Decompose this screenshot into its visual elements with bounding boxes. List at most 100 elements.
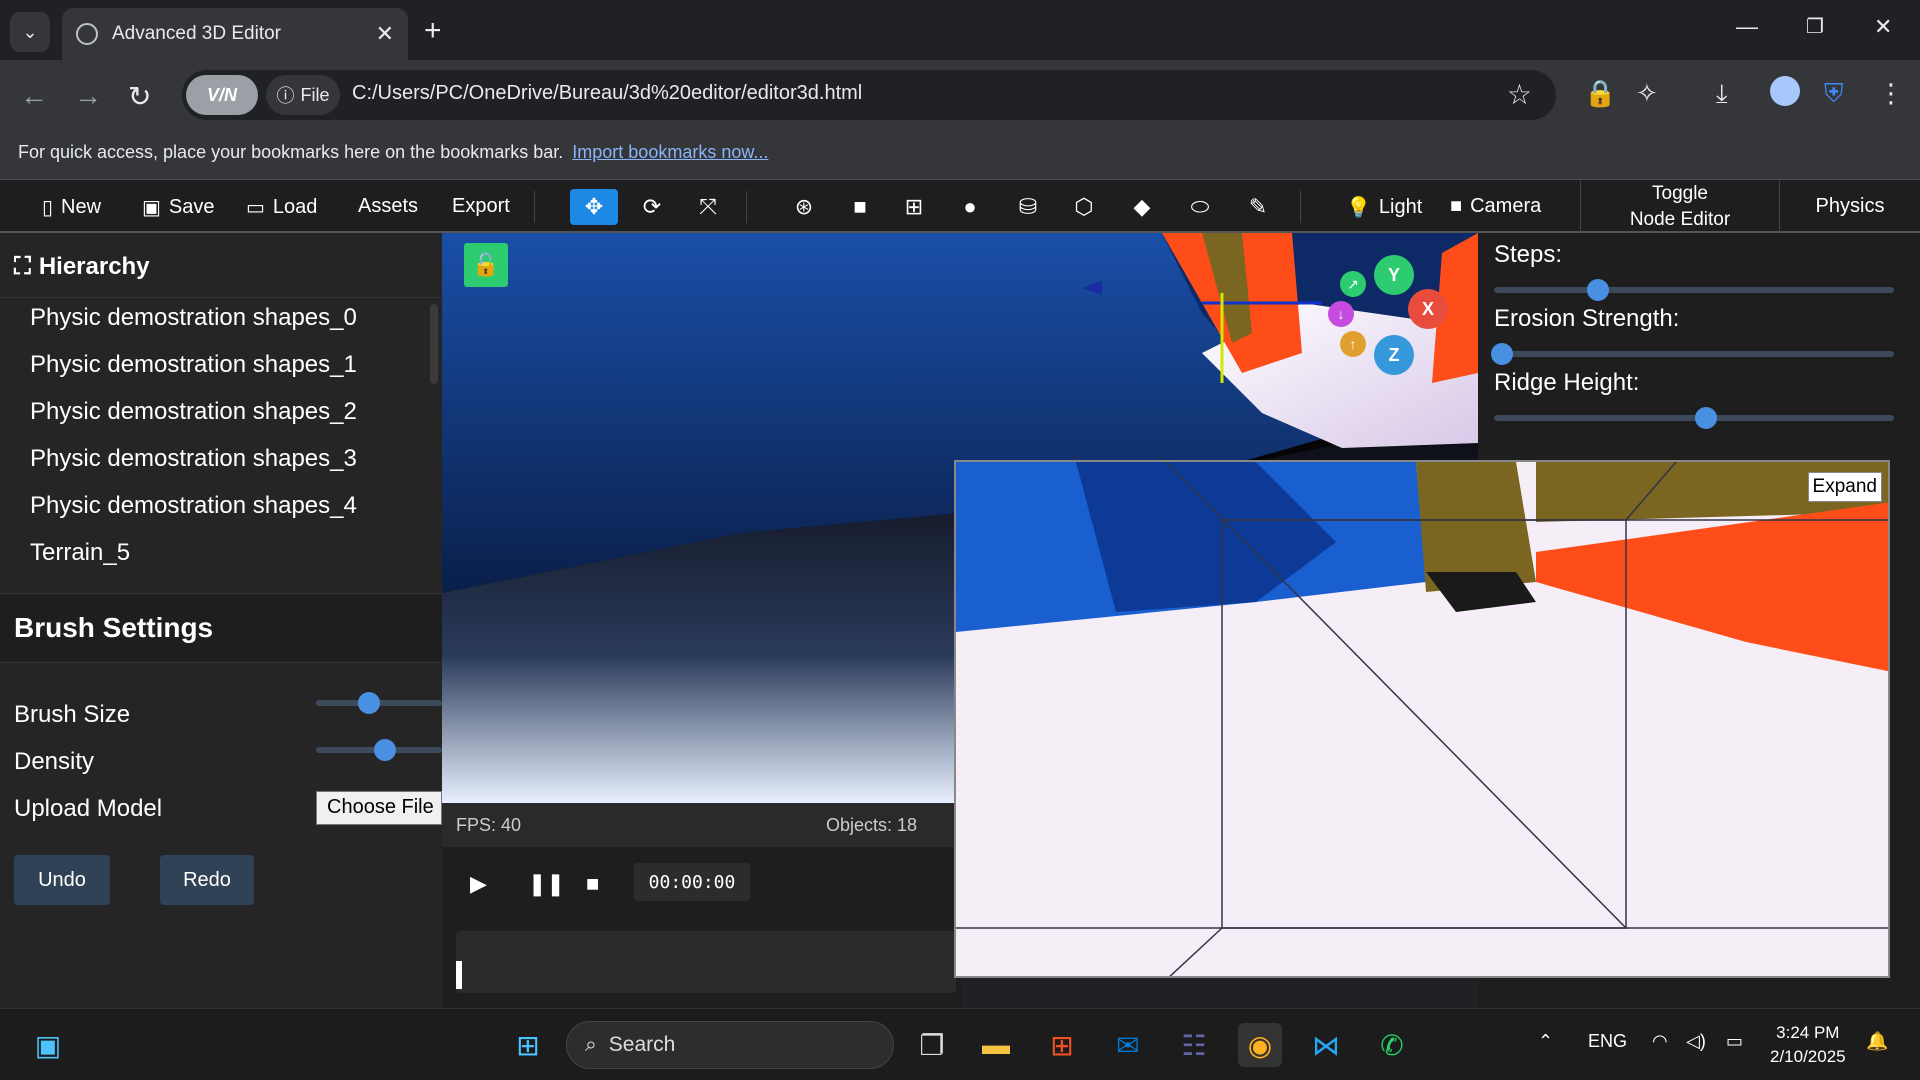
export-button[interactable]: Export — [452, 195, 510, 218]
address-bar[interactable]: V/N ⓘ File C:/Users/PC/OneDrive/Bureau/3… — [182, 70, 1556, 120]
erosion-knob[interactable] — [1491, 343, 1513, 365]
light-button[interactable]: 💡 Light — [1346, 195, 1422, 220]
teams-icon[interactable]: ☷ — [1172, 1023, 1216, 1067]
forward-icon[interactable]: → — [74, 80, 102, 112]
language-indicator[interactable]: ENG — [1588, 1031, 1627, 1052]
add-mesh-button[interactable]: ⊛ — [780, 189, 828, 225]
pause-icon[interactable]: ❚❚ — [528, 871, 565, 897]
density-knob[interactable] — [374, 739, 397, 761]
downloads-icon[interactable]: ⤓ — [1716, 78, 1728, 110]
windows-start-icon[interactable]: ⊞ — [506, 1023, 550, 1067]
load-button[interactable]: ▭ Load — [246, 195, 317, 220]
vpn-badge[interactable]: V/N — [186, 75, 258, 115]
taskbar-search[interactable]: ⌕ Search — [566, 1021, 894, 1069]
system-clock[interactable]: 3:24 PM 2/10/2025 — [1770, 1021, 1846, 1069]
physics-button[interactable]: Physics — [1780, 195, 1920, 218]
volume-icon[interactable]: ◁) — [1686, 1031, 1706, 1052]
password-extension-icon[interactable]: 🔒 — [1584, 78, 1616, 109]
whatsapp-icon[interactable]: ✆ — [1370, 1023, 1414, 1067]
bookmark-star-icon[interactable]: ☆ — [1507, 78, 1532, 111]
hierarchy-scrollbar[interactable] — [430, 304, 438, 384]
save-button[interactable]: ▣ Save — [142, 195, 215, 220]
rotate-tool-button[interactable]: ⟳ — [628, 189, 676, 225]
play-icon[interactable]: ▶ — [470, 871, 487, 897]
erosion-slider[interactable] — [1491, 343, 1894, 365]
browser-tab[interactable]: Advanced 3D Editor ✕ — [62, 8, 408, 60]
cylinder-icon: ⛁ — [1018, 194, 1038, 219]
hierarchy-item[interactable]: Physic demostration shapes_1 — [30, 351, 357, 379]
steps-slider[interactable] — [1494, 279, 1894, 301]
ridge-height-slider[interactable] — [1494, 407, 1894, 429]
task-view-icon[interactable]: ❐ — [910, 1023, 954, 1067]
scale-tool-button[interactable]: ⤧ — [684, 189, 732, 225]
gizmo-up-icon[interactable]: ↑ — [1340, 331, 1366, 357]
brush-size-knob[interactable] — [357, 692, 380, 714]
wifi-icon[interactable]: ◠ — [1652, 1031, 1668, 1052]
add-pyramid-button[interactable]: ◆ — [1118, 189, 1166, 225]
gizmo-z-axis[interactable]: Z — [1374, 335, 1414, 375]
timeline-track[interactable] — [456, 931, 956, 993]
density-slider[interactable] — [316, 739, 442, 761]
erosion-label: Erosion Strength: — [1494, 305, 1680, 332]
lock-toggle-button[interactable]: 🔓 — [464, 243, 508, 287]
url-text[interactable]: C:/Users/PC/OneDrive/Bureau/3d%20editor/… — [352, 82, 862, 105]
gizmo-y-axis[interactable]: Y — [1374, 255, 1414, 295]
battery-icon[interactable]: ▭ — [1726, 1031, 1743, 1052]
vscode-icon[interactable]: ⋈ — [1304, 1023, 1348, 1067]
extensions-icon[interactable]: ✧ — [1636, 78, 1658, 109]
gizmo-x-axis[interactable]: X — [1408, 289, 1448, 329]
playhead-marker[interactable] — [456, 961, 462, 989]
import-bookmarks-link[interactable]: Import bookmarks now... — [572, 142, 768, 162]
store-icon[interactable]: ⊞ — [1040, 1023, 1084, 1067]
move-tool-button[interactable]: ✥ — [570, 189, 618, 225]
hierarchy-item[interactable]: Physic demostration shapes_3 — [30, 445, 357, 473]
camera-preview-window[interactable]: Expand — [954, 460, 1890, 978]
browser-app-icon[interactable]: ◉ — [1238, 1023, 1282, 1067]
add-sphere-button[interactable]: ● — [946, 189, 994, 225]
minimize-icon[interactable]: — — [1736, 14, 1758, 40]
camera-button[interactable]: ■ Camera — [1450, 195, 1541, 218]
add-cube-button[interactable]: ■ — [836, 189, 884, 225]
gizmo-down-icon[interactable]: ↓ — [1328, 301, 1354, 327]
outlook-icon[interactable]: ✉ — [1106, 1023, 1150, 1067]
profile-avatar[interactable] — [1770, 76, 1800, 106]
undo-button[interactable]: Undo — [14, 855, 110, 905]
widgets-icon[interactable]: ▣ — [26, 1023, 70, 1067]
add-torus-button[interactable]: ⬭ — [1176, 189, 1224, 225]
new-button[interactable]: ▯ New — [42, 195, 101, 220]
toggle-node-editor-button[interactable]: Toggle Node Editor — [1580, 181, 1780, 233]
window-close-icon[interactable]: ✕ — [1874, 14, 1892, 40]
expand-button[interactable]: Expand — [1807, 472, 1882, 502]
site-info-chip[interactable]: ⓘ File — [266, 75, 340, 115]
paint-brush-button[interactable]: ✎ — [1234, 189, 1282, 225]
back-icon[interactable]: ← — [20, 80, 48, 112]
pyramid-icon: ◆ — [1133, 194, 1151, 219]
stop-icon[interactable]: ■ — [586, 871, 599, 897]
choose-file-button[interactable]: Choose File — [316, 791, 442, 825]
hierarchy-item[interactable]: Physic demostration shapes_4 — [30, 492, 357, 520]
hierarchy-item[interactable]: Physic demostration shapes_0 — [30, 304, 357, 332]
light-label: Light — [1378, 196, 1423, 218]
hierarchy-item[interactable]: Terrain_5 — [30, 539, 130, 567]
notification-bell-icon[interactable]: 🔔 — [1866, 1031, 1888, 1052]
add-cone-button[interactable]: ⬡ — [1060, 189, 1108, 225]
assets-button[interactable]: Assets — [358, 195, 418, 218]
new-tab-button[interactable]: + — [424, 14, 442, 48]
restore-icon[interactable]: ❐ — [1806, 14, 1824, 39]
scale-icon: ⤧ — [699, 194, 717, 219]
reload-icon[interactable]: ↻ — [128, 80, 151, 113]
add-plane-button[interactable]: ⊞ — [890, 189, 938, 225]
hierarchy-item[interactable]: Physic demostration shapes_2 — [30, 398, 357, 426]
file-explorer-icon[interactable]: ▬ — [974, 1023, 1018, 1067]
brush-size-slider[interactable] — [316, 692, 442, 714]
gizmo-plus-y-icon[interactable]: ↗ — [1340, 271, 1366, 297]
tray-chevron-icon[interactable]: ⌃ — [1538, 1031, 1553, 1052]
ridge-height-knob[interactable] — [1695, 407, 1717, 429]
tab-search-dropdown[interactable]: ⌄ — [10, 12, 50, 52]
redo-button[interactable]: Redo — [160, 855, 254, 905]
add-cylinder-button[interactable]: ⛁ — [1004, 189, 1052, 225]
menu-kebab-icon[interactable]: ⋮ — [1878, 78, 1904, 109]
tab-close-icon[interactable]: ✕ — [376, 21, 394, 47]
shield-icon[interactable]: ⛨ — [1824, 78, 1844, 110]
steps-knob[interactable] — [1587, 279, 1609, 301]
